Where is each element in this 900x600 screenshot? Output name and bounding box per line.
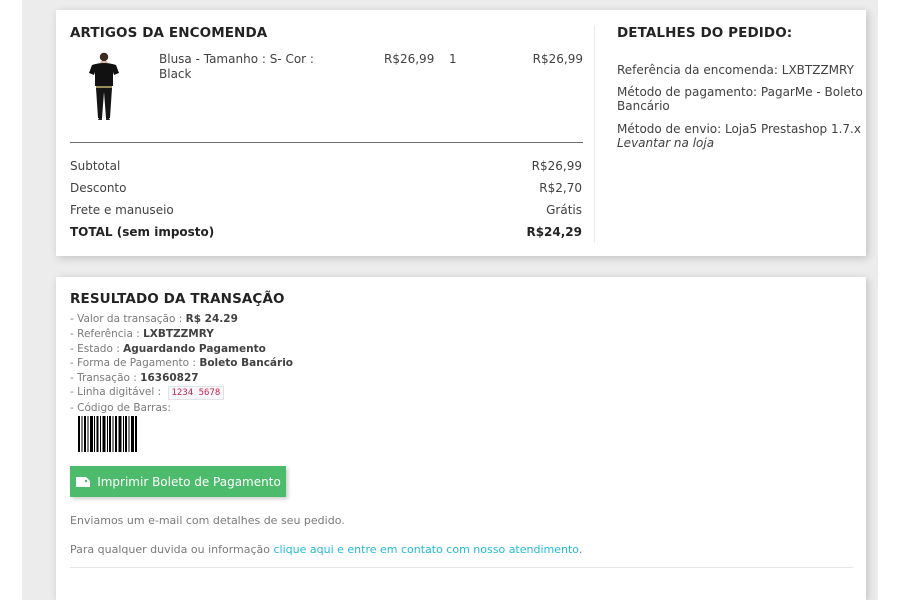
items-divider (70, 142, 583, 143)
transaction-row-payment-form: - Forma de Pagamento : Boleto Bancário (70, 357, 293, 369)
barcode-label: - Código de Barras: (70, 402, 171, 414)
column-separator (594, 25, 595, 243)
shipping-note: Levantar na loja (617, 136, 715, 150)
row-label: - Transação : (70, 372, 141, 384)
print-boleto-label: Imprimir Boleto de Pagamento (97, 474, 281, 489)
summary-label-total: TOTAL (sem imposto) (70, 225, 215, 239)
shipping-method: Método de envio: Loja5 Prestashop 1.7.x … (617, 122, 861, 150)
payment-method-line1: Método de pagamento: PagarMe - Boleto (617, 85, 863, 99)
email-note: Enviamos um e-mail com detalhes de seu p… (70, 514, 345, 527)
order-reference: Referência da encomenda: LXBTZZMRY (617, 63, 854, 77)
contact-line: Para qualquer duvida ou informação cliqu… (70, 543, 582, 556)
product-quantity: 1 (449, 52, 457, 66)
row-value: R$ 24.29 (185, 313, 238, 325)
payment-method: Método de pagamento: PagarMe - Boleto Ba… (617, 85, 863, 113)
row-label: - Linha digitável : (70, 386, 165, 398)
product-unit-price: R$26,99 (384, 52, 435, 66)
digitable-line-code: 1234 5678 (167, 386, 225, 400)
summary-label-discount: Desconto (70, 181, 127, 195)
row-label: - Forma de Pagamento : (70, 357, 200, 369)
transaction-row-amount: - Valor da transação : R$ 24.29 (70, 313, 238, 325)
row-value: Boleto Bancário (199, 357, 294, 369)
transaction-heading: RESULTADO DA TRANSAÇÃO (70, 291, 285, 307)
contact-suffix: . (578, 543, 583, 556)
summary-label-shipping: Frete e manuseio (70, 203, 174, 217)
summary-value-discount: R$2,70 (539, 181, 582, 195)
product-name-line1: Blusa - Tamanho : S- Cor : (159, 52, 314, 66)
print-boleto-button[interactable]: Imprimir Boleto de Pagamento (70, 466, 286, 497)
order-items-heading: ARTIGOS DA ENCOMENDA (70, 25, 268, 41)
summary-label-subtotal: Subtotal (70, 159, 121, 173)
contact-prefix: Para qualquer duvida ou informação (70, 543, 274, 556)
row-label: - Valor da transação : (70, 313, 186, 325)
row-value: LXBTZZMRY (143, 328, 214, 340)
order-details-heading: DETALHES DO PEDIDO: (617, 25, 793, 41)
product-total: R$26,99 (532, 52, 583, 66)
row-label: - Referência : (70, 328, 144, 340)
barcode-image (78, 416, 137, 452)
summary-value-subtotal: R$26,99 (531, 159, 582, 173)
bottom-divider (70, 567, 853, 568)
summary-value-shipping: Grátis (546, 203, 582, 217)
transaction-row-id: - Transação : 16360827 (70, 372, 199, 384)
transaction-row-reference: - Referência : LXBTZZMRY (70, 328, 214, 340)
contact-support-link[interactable]: clique aqui e entre em contato com nosso… (274, 543, 579, 556)
summary-value-total: R$24,29 (526, 225, 582, 239)
row-value: Aguardando Pagamento (123, 343, 266, 355)
product-name: Blusa - Tamanho : S- Cor : Black (159, 52, 314, 82)
shipping-method-line: Método de envio: Loja5 Prestashop 1.7.x (617, 122, 861, 136)
transaction-row-digitable-line: - Linha digitável : 1234 5678 (70, 386, 225, 400)
transaction-row-status: - Estado : Aguardando Pagamento (70, 343, 266, 355)
ticket-icon (76, 476, 91, 487)
payment-method-line2: Bancário (617, 99, 670, 113)
product-thumbnail[interactable] (82, 50, 126, 122)
row-value: 16360827 (140, 372, 199, 384)
row-label: - Estado : (70, 343, 124, 355)
product-name-line2: Black (159, 67, 192, 81)
